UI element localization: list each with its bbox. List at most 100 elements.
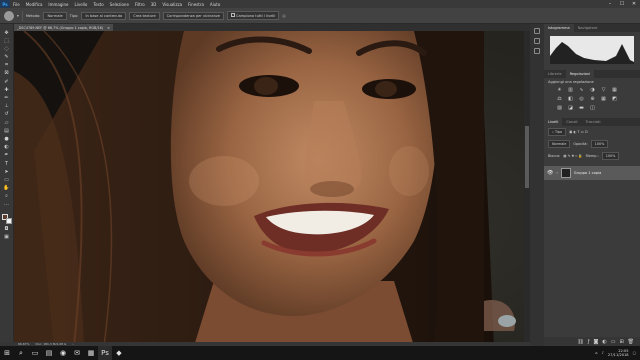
- lock-icons[interactable]: ▦ ✎ ✥ ⌗ 🔒: [563, 154, 582, 158]
- move-tool-icon[interactable]: ✥: [3, 30, 10, 36]
- channel-mixer-icon[interactable]: ⊕: [589, 96, 596, 102]
- mode-select[interactable]: Normale: [43, 11, 67, 20]
- menu-aiuto[interactable]: Aiuto: [207, 2, 223, 7]
- network-icon[interactable]: ⌂: [595, 351, 597, 355]
- type-tool-icon[interactable]: T: [3, 161, 10, 167]
- threshold-icon[interactable]: ◪: [567, 105, 574, 111]
- color-balance-icon[interactable]: ⚖: [556, 96, 563, 102]
- browser-icon[interactable]: ◉: [56, 346, 70, 360]
- link-layers-icon[interactable]: ⛓: [577, 339, 583, 345]
- store-icon[interactable]: ▦: [84, 346, 98, 360]
- marquee-tool-icon[interactable]: ⬚: [3, 38, 10, 44]
- file-explorer-icon[interactable]: ▤: [42, 346, 56, 360]
- menu-immagine[interactable]: Immagine: [45, 2, 71, 7]
- more-tools-icon[interactable]: …: [3, 202, 10, 208]
- healing-brush-tool-icon[interactable]: ✚: [3, 87, 10, 93]
- clock[interactable]: 22:05 27/11/2018: [608, 349, 629, 358]
- screen-mode-icon[interactable]: ▣: [3, 235, 10, 241]
- levels-icon[interactable]: ▥: [567, 87, 574, 93]
- crop-tool-icon[interactable]: ⌗: [3, 63, 10, 69]
- new-group-icon[interactable]: ▭: [611, 339, 616, 345]
- invert-icon[interactable]: ◩: [611, 96, 618, 102]
- color-swatches[interactable]: [1, 214, 12, 225]
- shape-tool-icon[interactable]: ▭: [3, 177, 10, 183]
- menu-finestra[interactable]: Finestra: [185, 2, 207, 7]
- maximize-button[interactable]: ☐: [616, 0, 628, 8]
- content-aware-option[interactable]: In base al contenuto: [81, 11, 127, 20]
- menu-3d[interactable]: 3D: [148, 2, 160, 7]
- opacity-input[interactable]: 100%: [590, 140, 609, 148]
- tab-canali[interactable]: Canali: [562, 118, 581, 126]
- image-canvas[interactable]: [14, 31, 530, 346]
- lasso-tool-icon[interactable]: ◌: [3, 46, 10, 52]
- history-brush-tool-icon[interactable]: ↺: [3, 112, 10, 118]
- delete-layer-icon[interactable]: 🗑: [628, 339, 634, 345]
- pressure-icon[interactable]: ◎: [282, 14, 285, 18]
- tab-navigatore[interactable]: Navigatore: [574, 24, 602, 32]
- blur-tool-icon[interactable]: ●: [3, 136, 10, 142]
- menu-modifica[interactable]: Modifica: [23, 2, 46, 7]
- menu-visualizza[interactable]: Visualizza: [159, 2, 185, 7]
- add-mask-icon[interactable]: ◙: [593, 339, 598, 345]
- hue-saturation-icon[interactable]: ▦: [611, 87, 618, 93]
- gradient-map-icon[interactable]: ▬: [578, 105, 585, 111]
- quick-mask-icon[interactable]: ◘: [3, 226, 10, 232]
- brush-size-picker[interactable]: ▾: [17, 14, 19, 18]
- task-view-icon[interactable]: ▭: [28, 346, 42, 360]
- selective-color-icon[interactable]: ◫: [589, 105, 596, 111]
- proximity-match-option[interactable]: Corrispondenza per vicinanze: [162, 11, 224, 20]
- document-tab[interactable]: _DSC4789.NEF @ 66,7% (Gruppo 1 copia, RG…: [14, 24, 113, 31]
- pen-tool-icon[interactable]: ✒: [3, 153, 10, 159]
- gradient-tool-icon[interactable]: ▤: [3, 128, 10, 134]
- frame-tool-icon[interactable]: ⊠: [3, 71, 10, 77]
- vibrance-icon[interactable]: ▽: [600, 87, 607, 93]
- filter-icons[interactable]: ▣ ◐ T ▭ ⊡: [569, 130, 588, 134]
- visibility-eye-icon[interactable]: 👁: [547, 170, 553, 176]
- exposure-icon[interactable]: ◑: [589, 87, 596, 93]
- menu-testo[interactable]: Testo: [90, 2, 106, 7]
- menu-filtro[interactable]: Filtro: [132, 2, 148, 7]
- search-icon[interactable]: ⌕: [14, 346, 28, 360]
- close-document-button[interactable]: ×: [107, 26, 110, 30]
- quick-select-tool-icon[interactable]: ✎: [3, 55, 10, 61]
- folder-expand-icon[interactable]: ›: [556, 171, 557, 175]
- new-layer-icon[interactable]: ⊞: [619, 339, 623, 345]
- layer-filter-select[interactable]: ⌕ Tipo: [548, 128, 567, 136]
- black-white-icon[interactable]: ◧: [567, 96, 574, 102]
- blend-mode-select[interactable]: Normale: [548, 140, 571, 148]
- swatches-panel-icon[interactable]: [534, 48, 540, 54]
- history-panel-icon[interactable]: [534, 28, 540, 34]
- mail-icon[interactable]: ✉: [70, 346, 84, 360]
- zoom-tool-icon[interactable]: ⌕: [3, 194, 10, 200]
- spot-healing-brush-icon[interactable]: [4, 10, 14, 21]
- menu-selezione[interactable]: Selezione: [107, 2, 132, 7]
- tab-tracciati[interactable]: Tracciati: [582, 118, 605, 126]
- create-texture-option[interactable]: Crea texture: [129, 11, 160, 20]
- tab-regolazioni[interactable]: Regolazioni: [565, 70, 595, 78]
- eraser-tool-icon[interactable]: ▱: [3, 120, 10, 126]
- menu-file[interactable]: File: [10, 2, 23, 7]
- posterize-icon[interactable]: ▨: [556, 105, 563, 111]
- hand-tool-icon[interactable]: ✋: [3, 186, 10, 192]
- scrollbar-thumb[interactable]: [525, 126, 529, 188]
- close-window-button[interactable]: ✕: [628, 0, 640, 8]
- fill-input[interactable]: 100%: [601, 152, 620, 160]
- tab-librerie[interactable]: Librerie: [544, 70, 566, 78]
- windows-start-icon[interactable]: ⊞: [0, 346, 14, 360]
- sample-all-layers-checkbox[interactable]: Campiona tutti i livelli: [226, 11, 280, 20]
- properties-panel-icon[interactable]: [534, 38, 540, 44]
- layer-row[interactable]: 👁 › Gruppo 1 copia: [544, 166, 640, 180]
- volume-icon[interactable]: ♪: [602, 351, 604, 355]
- photoshop-taskbar-icon[interactable]: Ps: [98, 346, 112, 360]
- app-icon[interactable]: ◆: [112, 346, 126, 360]
- background-color-swatch[interactable]: [5, 218, 12, 225]
- tab-istogramma[interactable]: Istogramma: [544, 24, 574, 32]
- menu-livello[interactable]: Livello: [72, 2, 91, 7]
- dodge-tool-icon[interactable]: ◐: [3, 145, 10, 151]
- new-adjustment-icon[interactable]: ◐: [602, 339, 606, 345]
- brush-tool-icon[interactable]: ✏: [3, 96, 10, 102]
- curves-icon[interactable]: ∿: [578, 87, 585, 93]
- path-select-tool-icon[interactable]: ➤: [3, 169, 10, 175]
- notifications-icon[interactable]: ▢: [633, 351, 636, 355]
- eyedropper-tool-icon[interactable]: ✐: [3, 79, 10, 85]
